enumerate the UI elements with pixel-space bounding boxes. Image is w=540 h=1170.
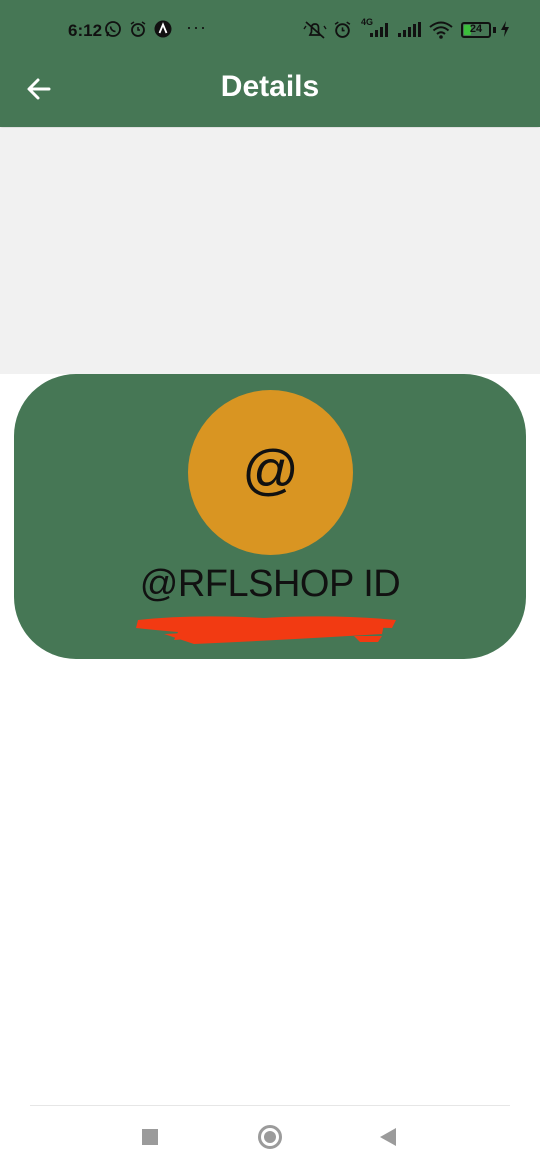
more-notifications-icon: ···	[186, 17, 207, 37]
banner-placeholder	[0, 128, 540, 374]
details-screen: 6:12 ··· 4G 24 Details @ @RFLSHOP ID	[0, 0, 540, 1170]
at-sign-icon: @	[242, 438, 299, 501]
card-title: @RFLSHOP ID	[139, 563, 401, 605]
battery-level: 24	[469, 23, 483, 35]
back-triangle-icon[interactable]	[380, 1128, 396, 1146]
home-circle-icon[interactable]	[258, 1125, 282, 1149]
battery-cap	[493, 27, 496, 33]
app-notification-icon	[154, 20, 172, 38]
avatar: @	[188, 390, 353, 555]
recents-square-icon[interactable]	[142, 1129, 158, 1145]
status-bar: 6:12 ··· 4G 24	[0, 0, 540, 62]
top-bar: 6:12 ··· 4G 24 Details	[0, 0, 540, 127]
home-circle-inner	[264, 1131, 276, 1143]
signal-4g-icon	[370, 23, 388, 37]
nav-divider	[30, 1105, 510, 1106]
charging-icon	[501, 21, 509, 37]
profile-card[interactable]: @ @RFLSHOP ID	[14, 374, 526, 659]
battery-icon: 24	[461, 22, 491, 38]
signal-icon	[398, 22, 421, 37]
alarm-icon	[130, 21, 146, 37]
redaction-mark	[136, 616, 396, 644]
alarm-icon	[334, 21, 351, 38]
status-time: 6:12	[68, 21, 103, 40]
mute-icon	[303, 21, 327, 39]
whatsapp-icon	[105, 21, 121, 37]
wifi-icon	[429, 21, 453, 39]
page-title: Details	[220, 70, 320, 103]
